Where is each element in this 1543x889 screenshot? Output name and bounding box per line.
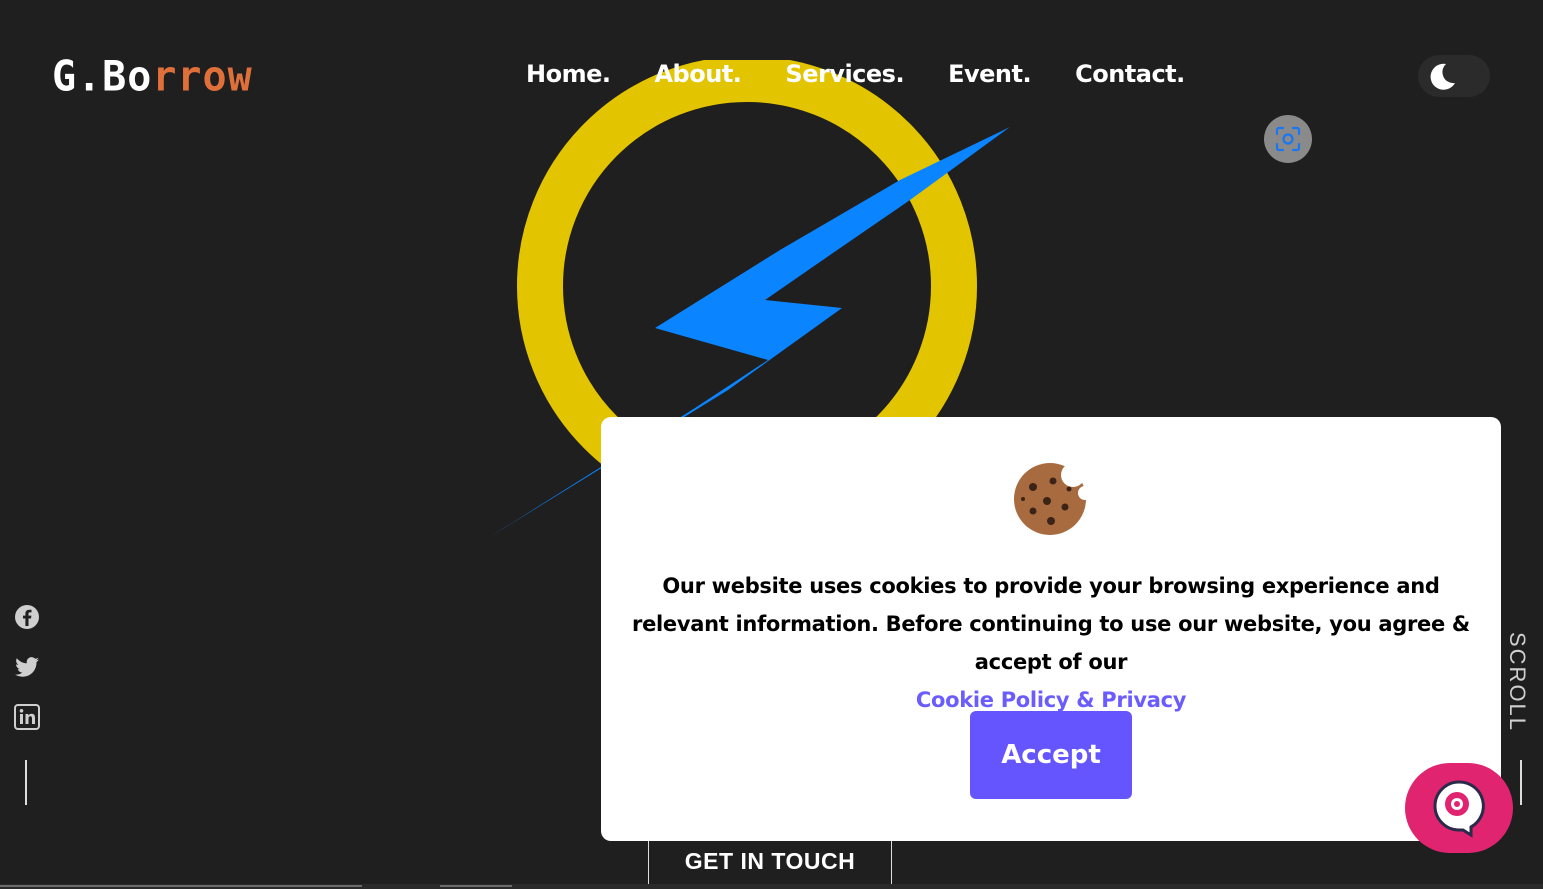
cookie-policy-link[interactable]: Cookie Policy & Privacy bbox=[916, 688, 1187, 712]
main-nav: Home. About. Services. Event. Contact. bbox=[526, 60, 1185, 88]
linkedin-icon[interactable] bbox=[14, 704, 40, 730]
twitter-icon[interactable] bbox=[14, 654, 40, 680]
bottom-scrollbar[interactable] bbox=[0, 884, 1543, 889]
scrollbar-segment bbox=[0, 885, 362, 887]
facebook-icon[interactable] bbox=[14, 604, 40, 630]
site-logo[interactable]: G.Borrow bbox=[52, 53, 253, 101]
accept-cookies-button[interactable]: Accept bbox=[970, 711, 1132, 799]
cookie-message: Our website uses cookies to provide your… bbox=[631, 567, 1471, 719]
scrollbar-segment bbox=[440, 885, 512, 887]
nav-contact[interactable]: Contact. bbox=[1075, 60, 1185, 88]
social-links bbox=[14, 604, 40, 730]
chat-bubble-icon bbox=[1433, 780, 1485, 838]
cookie-consent-dialog: Our website uses cookies to provide your… bbox=[601, 417, 1501, 841]
logo-text-accent: rrow bbox=[152, 52, 253, 102]
chat-widget-button[interactable] bbox=[1405, 763, 1513, 853]
scroll-indicator[interactable]: SCROLL bbox=[1504, 632, 1530, 732]
dark-mode-toggle[interactable] bbox=[1418, 55, 1490, 97]
logo-text-primary: G.Bo bbox=[52, 52, 153, 102]
cookie-icon bbox=[1014, 463, 1089, 535]
lens-scan-icon bbox=[1275, 126, 1301, 152]
cookie-message-text: Our website uses cookies to provide your… bbox=[632, 574, 1470, 674]
get-in-touch-button[interactable]: GET IN TOUCH bbox=[648, 838, 892, 884]
nav-event[interactable]: Event. bbox=[948, 60, 1032, 88]
nav-about[interactable]: About. bbox=[654, 60, 741, 88]
nav-services[interactable]: Services. bbox=[785, 60, 904, 88]
moon-icon bbox=[1430, 63, 1455, 90]
nav-home[interactable]: Home. bbox=[526, 60, 611, 88]
left-divider-line bbox=[25, 760, 27, 805]
right-divider-line bbox=[1520, 760, 1522, 805]
visual-search-button[interactable] bbox=[1264, 115, 1312, 163]
